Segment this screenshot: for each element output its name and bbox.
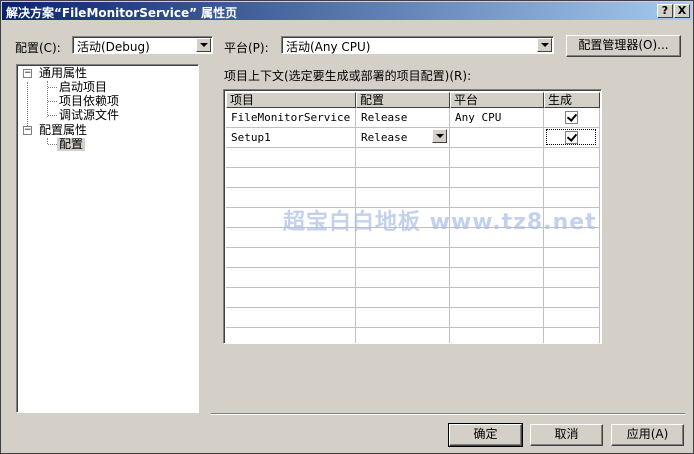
ok-button[interactable]: 确定	[448, 423, 523, 447]
config-label: 配置(C):	[15, 41, 61, 55]
platform-label: 平台(P):	[224, 41, 269, 55]
empty-cell	[544, 148, 600, 168]
cell-config-value: Release	[361, 131, 408, 144]
build-checkbox[interactable]	[565, 111, 578, 124]
cell-project[interactable]: FileMonitorService	[226, 108, 356, 128]
empty-cell	[544, 308, 600, 328]
cancel-button[interactable]: 取消	[530, 424, 603, 446]
build-checkbox[interactable]	[565, 131, 578, 144]
empty-cell	[356, 308, 450, 328]
close-button[interactable]: X	[674, 4, 690, 18]
help-button[interactable]: ?	[657, 4, 673, 18]
chevron-down-icon[interactable]	[432, 129, 447, 143]
collapse-icon[interactable]: −	[23, 126, 32, 135]
empty-cell	[544, 288, 600, 308]
empty-cell	[356, 148, 450, 168]
tree-item-project-dependencies[interactable]: 项目依赖项	[59, 95, 119, 108]
context-label: 项目上下文(选定要生成或部署的项目配置)(R):	[224, 69, 472, 83]
empty-cell	[450, 328, 544, 343]
watermark: 超宝白白地板 www.tz8.net	[283, 210, 597, 235]
tree-line	[48, 144, 57, 145]
apply-button[interactable]: 应用(A)	[611, 424, 684, 446]
column-header-config[interactable]: 配置	[356, 92, 450, 108]
tree-item-configuration[interactable]: 配置	[57, 138, 86, 151]
empty-cell	[544, 248, 600, 268]
empty-cell	[226, 248, 356, 268]
empty-cell	[226, 148, 356, 168]
config-manager-button[interactable]: 配置管理器(O)...	[566, 35, 681, 57]
platform-value: 活动(Any CPU)	[286, 40, 371, 54]
empty-cell	[450, 268, 544, 288]
column-header-platform[interactable]: 平台	[450, 92, 544, 108]
empty-cell	[356, 248, 450, 268]
chevron-down-icon[interactable]	[196, 38, 211, 52]
empty-cell	[450, 248, 544, 268]
cell-config[interactable]: Release	[356, 108, 450, 128]
empty-cell	[226, 268, 356, 288]
empty-cell	[544, 268, 600, 288]
empty-cell	[226, 308, 356, 328]
window-title: 解决方案“FileMonitorService” 属性页	[6, 6, 238, 20]
chevron-down-icon[interactable]	[537, 38, 552, 52]
column-header-build[interactable]: 生成	[544, 92, 600, 108]
cell-config-dropdown[interactable]: Release	[356, 128, 450, 148]
tree-item-general[interactable]: 通用属性	[39, 67, 87, 80]
cell-build	[544, 128, 600, 148]
empty-cell	[356, 328, 450, 343]
tree-line	[48, 101, 57, 102]
config-value: 活动(Debug)	[77, 40, 150, 54]
cell-build	[544, 108, 600, 128]
property-pages-dialog: 解决方案“FileMonitorService” 属性页 ? X 配置(C): …	[0, 0, 694, 454]
tree-item-startup-project[interactable]: 启动项目	[59, 81, 107, 94]
empty-cell	[450, 168, 544, 188]
cell-platform[interactable]	[450, 128, 544, 148]
tree-item-debug-source-files[interactable]: 调试源文件	[59, 109, 119, 122]
config-dropdown[interactable]: 活动(Debug)	[72, 36, 213, 54]
empty-cell	[544, 168, 600, 188]
empty-cell	[226, 288, 356, 308]
empty-cell	[356, 288, 450, 308]
collapse-icon[interactable]: −	[23, 69, 32, 78]
empty-cell	[450, 148, 544, 168]
empty-cell	[544, 328, 600, 343]
tree-item-config-properties[interactable]: 配置属性	[39, 124, 87, 137]
column-header-project[interactable]: 项目	[226, 92, 356, 108]
tree-line	[48, 115, 57, 116]
cell-platform[interactable]: Any CPU	[450, 108, 544, 128]
platform-dropdown[interactable]: 活动(Any CPU)	[281, 36, 554, 54]
empty-cell	[226, 328, 356, 343]
title-bar: 解决方案“FileMonitorService” 属性页 ? X	[2, 2, 692, 20]
cell-project[interactable]: Setup1	[226, 128, 356, 148]
empty-cell	[450, 288, 544, 308]
separator	[211, 413, 685, 415]
tree-line	[48, 87, 57, 88]
empty-cell	[226, 168, 356, 188]
property-tree: − 通用属性 启动项目 项目依赖项 调试源文件 − 配置属性 配置	[16, 64, 199, 413]
empty-cell	[356, 268, 450, 288]
empty-cell	[450, 308, 544, 328]
empty-cell	[356, 168, 450, 188]
